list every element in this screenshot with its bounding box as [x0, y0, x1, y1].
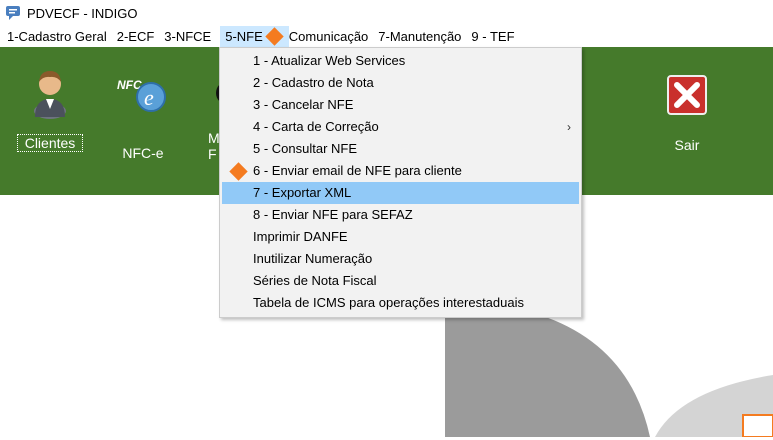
carta-de-correcao-label: 4 - Carta de Correção: [253, 119, 379, 134]
nfce-button[interactable]: NFC e NFC-e: [110, 75, 176, 161]
nfe-dropdown-menu: 1 - Atualizar Web Services 2 - Cadastro …: [219, 47, 582, 318]
menu-bar: 1-Cadastro Geral 2-ECF 3-NFCE 5-NFE Comu…: [0, 26, 773, 47]
svg-text:e: e: [144, 85, 154, 110]
menu-item-imprimir-danfe[interactable]: Imprimir DANFE: [220, 226, 581, 248]
menu-item-carta-de-correcao[interactable]: 4 - Carta de Correção ›: [220, 116, 581, 138]
menu-nfce[interactable]: 3-NFCE: [159, 26, 216, 47]
menu-item-consultar-nfe[interactable]: 5 - Consultar NFE: [220, 138, 581, 160]
user-icon: [34, 71, 66, 119]
sair-label: Sair: [674, 137, 700, 153]
menu-ecf[interactable]: 2-ECF: [112, 26, 160, 47]
menu-item-enviar-email[interactable]: 6 - Enviar email de NFE para cliente: [220, 160, 581, 182]
menu-item-series-nota-fiscal[interactable]: Séries de Nota Fiscal: [220, 270, 581, 292]
menu-tef[interactable]: 9 - TEF: [466, 26, 519, 47]
submenu-arrow-icon: ›: [567, 120, 571, 134]
menu-item-inutilizar-numeracao[interactable]: Inutilizar Numeração: [220, 248, 581, 270]
clientes-button[interactable]: Clientes: [17, 67, 83, 152]
title-bar: PDVECF - INDIGO: [0, 0, 773, 26]
menu-cadastro-geral[interactable]: 1-Cadastro Geral: [0, 26, 112, 47]
nfce-icon: NFC e: [117, 78, 166, 112]
menu-comunicacao[interactable]: Comunicação: [289, 26, 374, 47]
menu-manutencao[interactable]: 7-Manutenção: [373, 26, 466, 47]
close-icon: [667, 75, 707, 115]
sair-button[interactable]: Sair: [656, 75, 718, 153]
nfce-label: NFC-e: [122, 145, 164, 161]
menu-item-tabela-icms[interactable]: Tabela de ICMS para operações interestad…: [220, 292, 581, 314]
app-icon: [6, 6, 20, 20]
menu-item-cancelar-nfe[interactable]: 3 - Cancelar NFE: [220, 94, 581, 116]
menu-item-exportar-xml[interactable]: 7 - Exportar XML: [222, 182, 579, 204]
window-title: PDVECF - INDIGO: [27, 5, 138, 21]
menu-item-enviar-nfe-sefaz[interactable]: 8 - Enviar NFE para SEFAZ: [220, 204, 581, 226]
menu-item-cadastro-de-nota[interactable]: 2 - Cadastro de Nota: [220, 72, 581, 94]
clientes-label: Clientes: [17, 134, 83, 152]
menu-item-atualizar-web-services[interactable]: 1 - Atualizar Web Services: [220, 50, 581, 72]
